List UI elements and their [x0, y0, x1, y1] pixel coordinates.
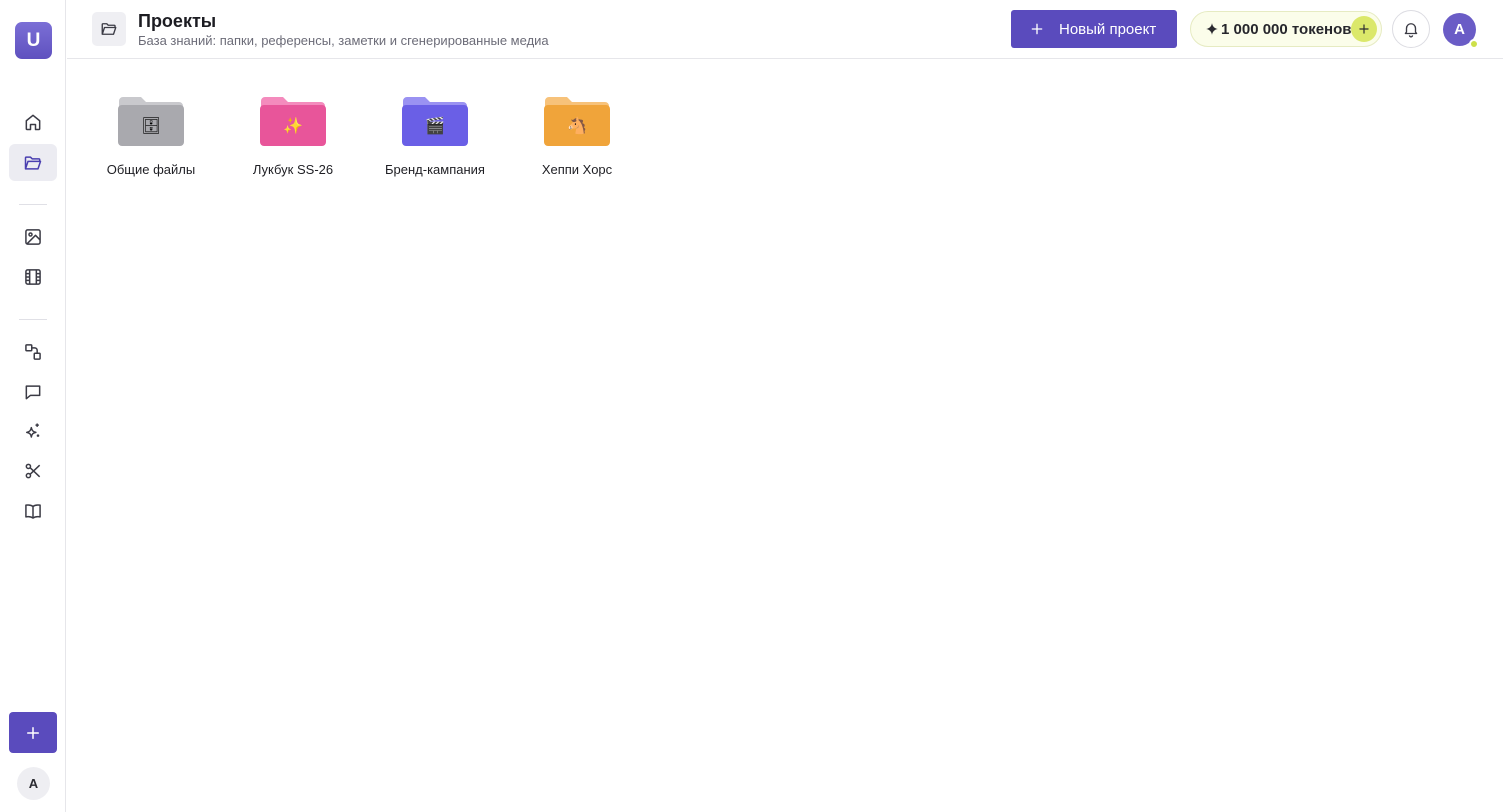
folder-open-icon: [101, 23, 117, 35]
plus-icon: [27, 726, 39, 739]
folders-grid: 🗄 Общие файлы ✨ Лукбук SS-26 🎬 Бренд-кам…: [80, 95, 648, 177]
image-icon: [25, 228, 41, 245]
folder-icon: 🗄: [118, 97, 184, 146]
folder-label: Общие файлы: [106, 162, 196, 177]
chat-icon: [25, 384, 41, 399]
sparkles-icon: [26, 423, 40, 438]
notifications-button[interactable]: [1392, 10, 1430, 48]
folder-label: Лукбук SS-26: [252, 162, 334, 177]
scissors-icon: [25, 463, 41, 478]
folder-open-icon: [24, 155, 42, 170]
folder-item[interactable]: ✨ Лукбук SS-26: [222, 95, 364, 177]
sidebar-item-video[interactable]: [9, 258, 57, 295]
sidebar-item-ai-tools[interactable]: [9, 412, 57, 449]
page-subtitle: База знаний: папки, референсы, заметки и…: [138, 33, 549, 48]
book-icon: [25, 503, 41, 519]
folder-label: Хеппи Хорс: [541, 162, 613, 177]
folder-item[interactable]: 🗄 Общие файлы: [80, 95, 222, 177]
page-title: Проекты: [138, 11, 217, 31]
sidebar-avatar[interactable]: A: [17, 767, 50, 800]
folder-item[interactable]: 🐴 Хеппи Хорс: [506, 95, 648, 177]
page-icon: [92, 12, 126, 46]
sidebar-item-workflows[interactable]: [9, 333, 57, 370]
sparkle-icon: [1206, 23, 1218, 35]
sidebar-item-edit[interactable]: [9, 452, 57, 489]
new-project-label: Новый проект: [1059, 20, 1157, 38]
folder-label: Бренд-кампания: [385, 162, 485, 177]
folder-item[interactable]: 🎬 Бренд-кампания: [364, 95, 506, 177]
sidebar-divider: [19, 204, 47, 205]
plus-icon: [1359, 24, 1369, 34]
svg-text:🗄: 🗄: [141, 117, 161, 135]
sidebar-item-projects[interactable]: [9, 144, 57, 181]
folder-icon: 🎬: [402, 97, 468, 146]
sidebar-divider: [19, 319, 47, 320]
new-project-button[interactable]: Новый проект: [1011, 10, 1177, 48]
home-icon: [25, 114, 41, 130]
app-root: U A Проекты База знаний: папки, референс…: [0, 0, 1503, 812]
sidebar-item-home[interactable]: [9, 103, 57, 140]
plus-icon: [1031, 23, 1043, 35]
add-tokens-button[interactable]: [1351, 16, 1377, 42]
folder-icon: ✨: [260, 97, 326, 146]
svg-text:✨: ✨: [283, 117, 303, 135]
workflow-icon: [25, 343, 41, 360]
sidebar-item-chat[interactable]: [9, 373, 57, 410]
svg-text:🐴: 🐴: [567, 116, 587, 135]
app-logo[interactable]: U: [15, 22, 52, 59]
token-balance[interactable]: 1 000 000 токенов: [1190, 11, 1382, 47]
sidebar: U A: [0, 0, 66, 812]
online-status-dot: [1469, 39, 1479, 49]
token-balance-label: 1 000 000 токенов: [1221, 20, 1352, 38]
folder-icon: 🐴: [544, 97, 610, 146]
create-new-button[interactable]: [9, 712, 57, 753]
film-icon: [25, 268, 41, 285]
sidebar-item-library[interactable]: [9, 492, 57, 529]
bell-icon: [1404, 23, 1418, 38]
svg-text:🎬: 🎬: [425, 116, 445, 135]
page-header: Проекты База знаний: папки, референсы, з…: [67, 0, 1503, 59]
sidebar-item-images[interactable]: [9, 218, 57, 255]
